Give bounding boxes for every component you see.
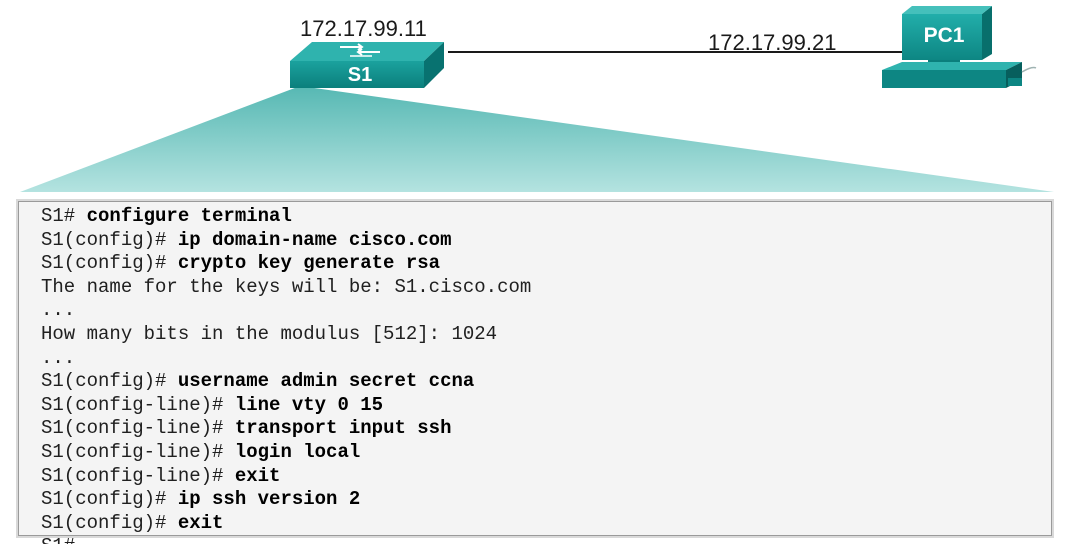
- terminal-line: S1(config-line)# login local: [41, 441, 1051, 465]
- topology-diagram: 172.17.99.11 172.17.99.21 S1 PC1 S1# con…: [0, 0, 1068, 544]
- terminal-line: The name for the keys will be: S1.cisco.…: [41, 276, 1051, 300]
- line-command: configure terminal: [86, 205, 292, 227]
- line-prompt: How many bits in the modulus [512]: 1024: [41, 322, 498, 345]
- pc1-label: PC1: [923, 24, 965, 47]
- s1-label: S1: [347, 64, 373, 86]
- terminal-line: S1(config)# ip domain-name cisco.com: [41, 229, 1051, 253]
- line-prompt: ...: [41, 346, 76, 369]
- terminal-line: S1# configure terminal: [41, 205, 1051, 229]
- line-prompt: S1(config)#: [41, 228, 178, 251]
- terminal-line: ...: [41, 347, 1051, 371]
- line-command: login local: [234, 440, 361, 463]
- terminal-line: S1(config)# crypto key generate rsa: [41, 252, 1051, 276]
- line-command: exit: [234, 464, 281, 487]
- line-command: ip ssh version 2: [177, 488, 361, 511]
- terminal-line: S1(config-line)# line vty 0 15: [41, 394, 1051, 418]
- terminal-line: S1#: [41, 535, 1051, 544]
- line-prompt: S1(config)#: [41, 252, 178, 275]
- line-command: crypto key generate rsa: [177, 252, 441, 275]
- line-command: line vty 0 15: [234, 393, 384, 416]
- line-prompt: S1(config-line)#: [41, 464, 235, 487]
- terminal-line: How many bits in the modulus [512]: 1024: [41, 323, 1051, 347]
- line-prompt: S1(config)#: [41, 370, 178, 393]
- line-prompt: S1(config-line)#: [41, 417, 235, 440]
- terminal-line: S1(config)# ip ssh version 2: [41, 488, 1051, 512]
- line-command: ip domain-name cisco.com: [177, 228, 452, 251]
- line-prompt: S1(config-line)#: [41, 393, 235, 416]
- terminal-line: S1(config)# exit: [41, 512, 1051, 536]
- terminal-line: S1(config-line)# transport input ssh: [41, 417, 1051, 441]
- line-command: username admin secret ccna: [177, 370, 475, 393]
- line-prompt: S1(config-line)#: [41, 440, 235, 463]
- line-command: transport input ssh: [234, 417, 452, 440]
- zoom-cone: [20, 86, 1054, 192]
- terminal-line: S1(config-line)# exit: [41, 465, 1051, 489]
- pc1-ip-address: 172.17.99.21: [708, 30, 837, 55]
- cli-terminal: S1# configure terminal S1(config)# ip do…: [18, 201, 1052, 544]
- terminal-line: ...: [41, 299, 1051, 323]
- line-prompt: S1#: [41, 205, 87, 227]
- s1-ip-address: 172.17.99.11: [300, 16, 427, 41]
- line-prompt: ...: [41, 299, 76, 322]
- line-prompt: S1#: [41, 535, 75, 544]
- line-prompt: S1(config)#: [41, 488, 178, 511]
- line-command: exit: [177, 511, 224, 534]
- terminal-line: S1(config)# username admin secret ccna: [41, 370, 1051, 394]
- line-prompt: S1(config)#: [41, 511, 178, 534]
- line-prompt: The name for the keys will be: S1.cisco.…: [41, 275, 532, 298]
